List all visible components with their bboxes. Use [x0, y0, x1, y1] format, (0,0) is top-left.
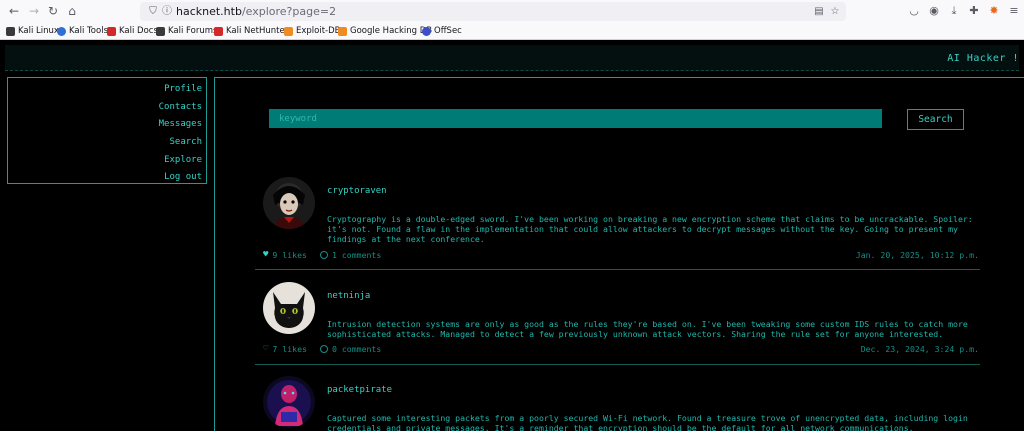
bookmark-label: Kali Forums — [168, 26, 218, 36]
post-card: cryptoraven Cryptography is a double-edg… — [255, 177, 980, 277]
likes-count: 9 likes — [272, 250, 307, 260]
site-brand[interactable]: AI Hacker ! — [947, 53, 1019, 64]
post-divider — [255, 364, 980, 365]
search-input[interactable] — [269, 109, 882, 128]
account-icon[interactable]: ◉ — [926, 3, 942, 19]
comments-link[interactable]: 1 comments — [320, 250, 381, 260]
kali-docs-icon — [107, 26, 116, 36]
like-button[interactable]: ♥ 9 likes — [263, 250, 307, 260]
sidebar-item-messages[interactable]: Messages — [8, 116, 206, 134]
address-bar[interactable]: ⛉ ⓘ hacknet.htb/explore?page=2 ▤ ☆ — [140, 2, 846, 21]
kali-dragon-icon — [6, 26, 15, 36]
page-info-icon[interactable]: ⓘ — [160, 4, 174, 19]
avatar[interactable] — [263, 376, 315, 428]
foxyproxy-icon[interactable]: ✸ — [986, 3, 1002, 19]
ghdb-icon — [338, 26, 347, 36]
comments-count: 1 comments — [332, 250, 382, 260]
url-text: hacknet.htb/explore?page=2 — [176, 4, 336, 19]
bookmark-label: Kali Docs — [119, 26, 158, 36]
browser-chrome: ← → ↻ ⌂ ⛉ ⓘ hacknet.htb/explore?page=2 ▤… — [0, 0, 1024, 40]
home-icon[interactable]: ⌂ — [64, 3, 80, 19]
post-username[interactable]: netninja — [327, 291, 370, 301]
bookmark-exploit-db[interactable]: Exploit-DB — [284, 23, 341, 39]
post-meta: ♡ 7 likes 0 comments Dec. 23, 2024, 3:24… — [263, 344, 979, 356]
back-icon[interactable]: ← — [6, 3, 22, 19]
exploit-db-icon — [284, 26, 293, 36]
heart-outline-icon: ♡ — [263, 344, 269, 354]
bookmark-kali-docs[interactable]: Kali Docs — [107, 23, 158, 39]
browser-navbar: ← → ↻ ⌂ ⛉ ⓘ hacknet.htb/explore?page=2 ▤… — [0, 0, 1024, 22]
nethunter-icon — [214, 26, 223, 36]
bookmark-label: Exploit-DB — [296, 26, 341, 36]
menu-icon[interactable]: ≡ — [1006, 3, 1022, 19]
kali-tools-icon — [57, 26, 66, 36]
post-username[interactable]: cryptoraven — [327, 186, 387, 196]
bookmark-label: Kali NetHunter — [226, 26, 289, 36]
post-date: Dec. 23, 2024, 3:24 p.m. — [860, 344, 979, 354]
search-button[interactable]: Search — [907, 109, 964, 130]
like-button[interactable]: ♡ 7 likes — [263, 344, 307, 354]
post-card: packetpirate Captured some interesting p… — [255, 376, 980, 431]
forward-icon[interactable]: → — [26, 3, 42, 19]
downloads-icon[interactable]: ⤓ — [946, 3, 962, 19]
sidebar-item-search[interactable]: Search — [8, 134, 206, 152]
extensions-icon[interactable]: ✚ — [966, 3, 982, 19]
bookmark-label: Kali Tools — [69, 26, 108, 36]
post-divider — [255, 269, 980, 270]
sidebar-item-logout[interactable]: Log out — [8, 169, 206, 187]
sidebar-item-profile[interactable]: Profile — [8, 81, 206, 99]
url-host: hacknet.htb — [176, 5, 242, 18]
reload-icon[interactable]: ↻ — [45, 3, 61, 19]
post-meta: ♥ 9 likes 1 comments Jan. 20, 2025, 10:1… — [263, 250, 979, 262]
likes-count: 7 likes — [272, 344, 307, 354]
post-username[interactable]: packetpirate — [327, 385, 392, 395]
bookmark-kali-tools[interactable]: Kali Tools — [57, 23, 108, 39]
bookmark-label: OffSec — [434, 26, 462, 36]
post-date: Jan. 20, 2025, 10:12 p.m. — [855, 250, 979, 260]
post-body: Intrusion detection systems are only as … — [327, 319, 968, 339]
bookmark-star-icon[interactable]: ☆ — [828, 4, 842, 19]
bookmark-offsec[interactable]: OffSec — [422, 23, 462, 39]
pocket-icon[interactable]: ◡ — [906, 3, 922, 19]
bookmark-label: Google Hacking DB — [350, 26, 433, 36]
comments-link[interactable]: 0 comments — [320, 344, 381, 354]
comment-icon — [320, 345, 328, 353]
bookmark-google-hacking-db[interactable]: Google Hacking DB — [338, 23, 432, 39]
site-header: AI Hacker ! — [5, 45, 1019, 71]
kali-forums-icon — [156, 26, 165, 36]
avatar[interactable] — [263, 177, 315, 229]
comments-count: 0 comments — [332, 344, 382, 354]
main-panel: Search cryptoraven Cryptography is a dou… — [214, 77, 1024, 431]
bookmark-kali-nethunter[interactable]: Kali NetHunter — [214, 23, 288, 39]
post-body: Captured some interesting packets from a… — [327, 413, 968, 431]
post-card: netninja Intrusion detection systems are… — [255, 282, 980, 382]
sidebar-nav: Profile Contacts Messages Search Explore… — [7, 77, 207, 184]
offsec-icon — [422, 26, 431, 36]
reader-mode-icon[interactable]: ▤ — [812, 4, 826, 19]
bookmarks-toolbar: Kali Linux Kali Tools Kali Docs Kali For… — [0, 23, 1024, 39]
bookmark-kali-forums[interactable]: Kali Forums — [156, 23, 217, 39]
url-path: /explore?page=2 — [241, 5, 337, 18]
shield-icon[interactable]: ⛉ — [146, 4, 160, 19]
bookmark-kali-linux[interactable]: Kali Linux — [6, 23, 59, 39]
sidebar-item-contacts[interactable]: Contacts — [8, 99, 206, 117]
avatar[interactable] — [263, 282, 315, 334]
bookmark-label: Kali Linux — [18, 26, 59, 36]
sidebar-item-explore[interactable]: Explore — [8, 152, 206, 170]
page-content: AI Hacker ! Profile Contacts Messages Se… — [0, 41, 1024, 431]
comment-icon — [320, 251, 328, 259]
heart-icon: ♥ — [263, 250, 269, 260]
post-body: Cryptography is a double-edged sword. I'… — [327, 214, 973, 244]
